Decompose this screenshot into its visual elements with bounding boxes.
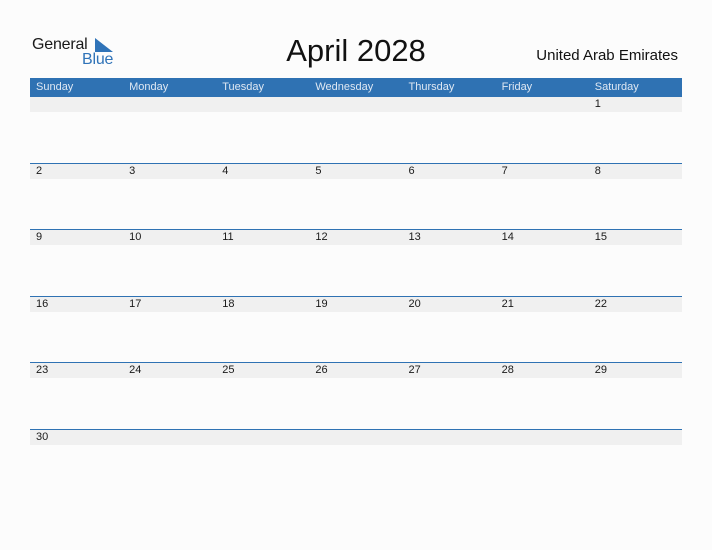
day-cell: 16 — [30, 297, 124, 312]
day-cell — [30, 97, 124, 112]
day-cell: 3 — [123, 164, 217, 179]
day-cell: 8 — [588, 164, 682, 179]
day-cell — [495, 430, 589, 445]
week-row: 23 24 25 26 27 28 29 — [30, 362, 682, 378]
day-cell: 11 — [216, 230, 310, 245]
weekday-header: Saturday — [594, 81, 639, 93]
day-cell: 30 — [30, 430, 124, 445]
day-cell — [495, 97, 589, 112]
day-cell: 18 — [216, 297, 310, 312]
weekday-header-row: Sunday Monday Tuesday Wednesday Thursday… — [30, 78, 682, 97]
day-cell: 15 — [588, 230, 682, 245]
week-row: 16 17 18 19 20 21 22 — [30, 296, 682, 312]
weekday-header: Sunday — [36, 81, 74, 93]
day-cell — [216, 97, 310, 112]
day-cell: 13 — [402, 230, 496, 245]
day-cell: 6 — [402, 164, 496, 179]
day-cell: 2 — [30, 164, 124, 179]
day-cell: 5 — [309, 164, 403, 179]
weekday-header: Monday — [129, 81, 169, 93]
day-cell — [588, 430, 682, 445]
day-cell: 1 — [588, 97, 682, 112]
week-row: 30 — [30, 429, 682, 445]
day-cell: 29 — [588, 363, 682, 378]
day-cell: 17 — [123, 297, 217, 312]
day-cell — [123, 97, 217, 112]
day-cell: 9 — [30, 230, 124, 245]
day-cell — [402, 430, 496, 445]
day-cell: 26 — [309, 363, 403, 378]
day-cell: 12 — [309, 230, 403, 245]
day-cell: 27 — [402, 363, 496, 378]
day-cell: 21 — [495, 297, 589, 312]
week-row: 1 — [30, 97, 682, 112]
day-cell: 19 — [309, 297, 403, 312]
day-cell: 10 — [123, 230, 217, 245]
day-cell: 4 — [216, 164, 310, 179]
day-cell: 14 — [495, 230, 589, 245]
week-row: 2345678 — [30, 163, 682, 179]
weekday-header: Tuesday — [222, 81, 265, 93]
day-cell — [309, 430, 403, 445]
day-cell: 7 — [495, 164, 589, 179]
day-cell — [309, 97, 403, 112]
day-cell: 22 — [588, 297, 682, 312]
day-cell — [216, 430, 310, 445]
day-cell: 24 — [123, 363, 217, 378]
day-cell: 20 — [402, 297, 496, 312]
weekday-header: Friday — [501, 81, 533, 93]
week-row: 9 10 11 12 13 14 15 — [30, 229, 682, 245]
day-cell — [402, 97, 496, 112]
country-label: United Arab Emirates — [536, 47, 678, 64]
day-cell: 28 — [495, 363, 589, 378]
weekday-header: Thursday — [408, 81, 455, 93]
day-cell — [123, 430, 217, 445]
day-cell: 23 — [30, 363, 124, 378]
day-cell: 25 — [216, 363, 310, 378]
weekday-header: Wednesday — [315, 81, 374, 93]
